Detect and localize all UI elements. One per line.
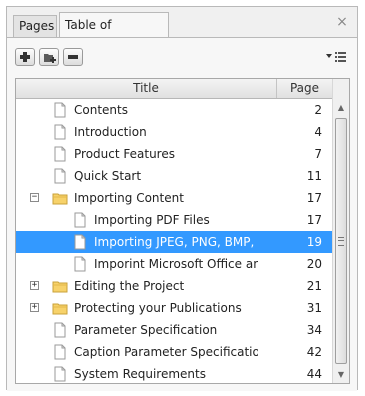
toc-row-title: System Requirements xyxy=(74,367,206,381)
toc-row-page: 17 xyxy=(306,191,322,205)
page-icon xyxy=(52,322,68,338)
toc-row-title: Importing JPEG, PNG, BMP, TIFF... xyxy=(94,235,258,249)
collapse-icon[interactable]: − xyxy=(30,193,39,202)
options-menu-button[interactable] xyxy=(325,50,347,64)
toc-row-title: Product Features xyxy=(74,147,175,161)
toc-row[interactable]: Product Features 7 xyxy=(16,143,332,165)
toc-row[interactable]: Importing PDF Files 17 xyxy=(16,209,332,231)
page-icon xyxy=(52,344,68,360)
page-icon xyxy=(52,366,68,382)
page-icon xyxy=(72,256,88,272)
toc-row[interactable]: Quick Start 11 xyxy=(16,165,332,187)
toc-row-page: 20 xyxy=(306,257,322,271)
toc-tree: Title Page Contents 2 Introduction 4 Product… xyxy=(15,78,350,384)
toc-row-title: Editing the Project xyxy=(74,279,185,293)
grip-icon xyxy=(338,237,344,246)
toc-row[interactable]: + Editing the Project 21 xyxy=(16,275,332,297)
toc-row-page: 34 xyxy=(306,323,322,337)
toc-row[interactable]: Imporint Microsoft Office and... 20 xyxy=(16,253,332,275)
folder-icon xyxy=(52,190,68,206)
tab-pages[interactable]: Pages xyxy=(13,15,57,37)
toc-row[interactable]: Contents 2 xyxy=(16,99,332,121)
toc-row-page: 4 xyxy=(314,125,322,139)
toc-row-title: Parameter Specification xyxy=(74,323,218,337)
toc-content: Title Page Contents 2 Introduction 4 Product… xyxy=(7,37,357,391)
toc-row-page: 19 xyxy=(306,235,322,249)
scroll-down-arrow-icon[interactable]: ▼ xyxy=(333,366,349,383)
toc-row-title: Protecting your Publications xyxy=(74,301,242,315)
vertical-scrollbar[interactable]: ▲ ▼ xyxy=(332,79,349,383)
toc-row[interactable]: − Importing Content 17 xyxy=(16,187,332,209)
toc-row[interactable]: Caption Parameter Specification 42 xyxy=(16,341,332,363)
tab-table-of-contents[interactable]: Table of Contents xyxy=(59,12,169,56)
toc-row-page: 42 xyxy=(306,345,322,359)
remove-entry-button[interactable] xyxy=(63,48,83,66)
add-icon xyxy=(20,52,30,62)
column-header-title[interactable]: Title xyxy=(16,79,277,98)
toc-row-title: Importing Content xyxy=(74,191,184,205)
toc-row-title: Imporint Microsoft Office and... xyxy=(94,257,258,271)
toc-row[interactable]: Introduction 4 xyxy=(16,121,332,143)
page-icon xyxy=(52,168,68,184)
close-icon[interactable]: × xyxy=(335,15,349,29)
scroll-up-arrow-icon[interactable]: ▲ xyxy=(333,99,349,116)
tree-header: Title Page xyxy=(16,79,332,99)
page-icon xyxy=(52,124,68,140)
expand-icon[interactable]: + xyxy=(30,303,39,312)
toc-row-page: 2 xyxy=(314,103,322,117)
tree-rows: Contents 2 Introduction 4 Product Features 7 Q… xyxy=(16,99,332,383)
toc-panel: Pages Table of Contents × xyxy=(6,6,358,391)
toc-row-page: 31 xyxy=(306,301,322,315)
page-icon xyxy=(52,146,68,162)
toc-row-title: Importing PDF Files xyxy=(94,213,210,227)
add-folder-icon xyxy=(44,54,56,63)
page-icon xyxy=(72,234,88,250)
toc-row[interactable]: System Requirements 44 xyxy=(16,363,332,383)
scroll-thumb[interactable] xyxy=(335,118,347,364)
folder-icon xyxy=(52,300,68,316)
toc-row-page: 7 xyxy=(314,147,322,161)
tab-bar: Pages Table of Contents × xyxy=(7,7,357,56)
page-icon xyxy=(72,212,88,228)
add-entry-button[interactable] xyxy=(15,48,35,66)
toc-row[interactable]: + Protecting your Publications 31 xyxy=(16,297,332,319)
page-icon xyxy=(52,102,68,118)
remove-icon xyxy=(68,55,78,59)
toc-row-page: 21 xyxy=(306,279,322,293)
list-options-icon xyxy=(326,52,346,62)
expand-icon[interactable]: + xyxy=(30,281,39,290)
column-header-page[interactable]: Page xyxy=(277,79,332,98)
folder-icon xyxy=(52,278,68,294)
add-folder-button[interactable] xyxy=(39,48,59,66)
toc-row[interactable]: Parameter Specification 34 xyxy=(16,319,332,341)
toc-row-title: Caption Parameter Specification xyxy=(74,345,258,359)
toc-row-title: Introduction xyxy=(74,125,147,139)
toc-row[interactable]: Importing JPEG, PNG, BMP, TIFF... 19 xyxy=(16,231,332,253)
toc-row-title: Quick Start xyxy=(74,169,142,183)
toc-row-title: Contents xyxy=(74,103,128,117)
toc-row-page: 11 xyxy=(306,169,322,183)
toc-row-page: 44 xyxy=(306,367,322,381)
toc-row-page: 17 xyxy=(306,213,322,227)
